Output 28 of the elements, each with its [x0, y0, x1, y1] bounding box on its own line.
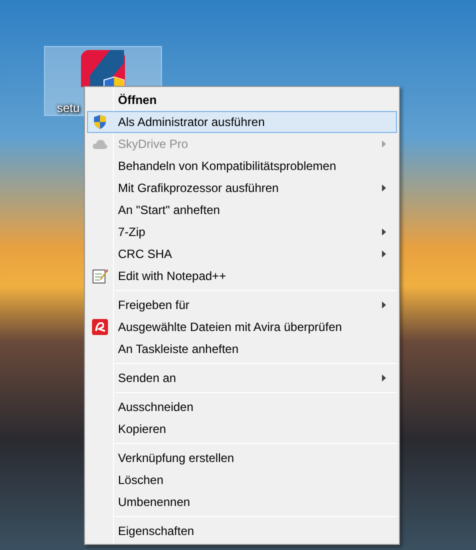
menu-item[interactable]: Verknüpfung erstellen	[87, 447, 397, 469]
menu-item[interactable]: Behandeln von Kompatibilitätsproblemen	[87, 155, 397, 177]
menu-item[interactable]: An "Start" anheften	[87, 199, 397, 221]
submenu-arrow-icon	[382, 374, 386, 382]
icon-label: setu	[57, 100, 80, 117]
menu-item[interactable]: Öffnen	[87, 89, 397, 111]
submenu-arrow-icon	[382, 228, 386, 236]
menu-item[interactable]: Ausgewählte Dateien mit Avira überprüfen	[87, 316, 397, 338]
submenu-arrow-icon	[382, 302, 386, 308]
menu-item[interactable]: Edit with Notepad++	[87, 265, 397, 287]
menu-item[interactable]: Löschen	[87, 469, 397, 491]
submenu-arrow-icon	[382, 250, 386, 258]
menu-item[interactable]: Ausschneiden	[87, 396, 397, 418]
menu-item[interactable]: Umbenennen	[87, 491, 397, 513]
menu-item[interactable]: An Taskleiste anheften	[87, 338, 397, 360]
menu-item[interactable]: CRC SHA	[87, 243, 397, 265]
submenu-arrow-icon	[382, 140, 386, 148]
shield-icon	[92, 114, 108, 130]
menu-item[interactable]: Freigeben für	[87, 294, 397, 316]
menu-item[interactable]: Mit Grafikprozessor ausführen	[87, 177, 397, 199]
cloud-icon	[92, 138, 108, 150]
submenu-arrow-icon	[382, 184, 386, 192]
menu-item[interactable]: 7-Zip	[87, 221, 397, 243]
menu-item[interactable]: Eigenschaften	[87, 520, 397, 542]
notepad-icon	[92, 268, 108, 284]
menu-item[interactable]: Als Administrator ausführen	[87, 111, 397, 133]
menu-item[interactable]: Kopieren	[87, 418, 397, 440]
menu-item[interactable]: Senden an	[87, 367, 397, 389]
